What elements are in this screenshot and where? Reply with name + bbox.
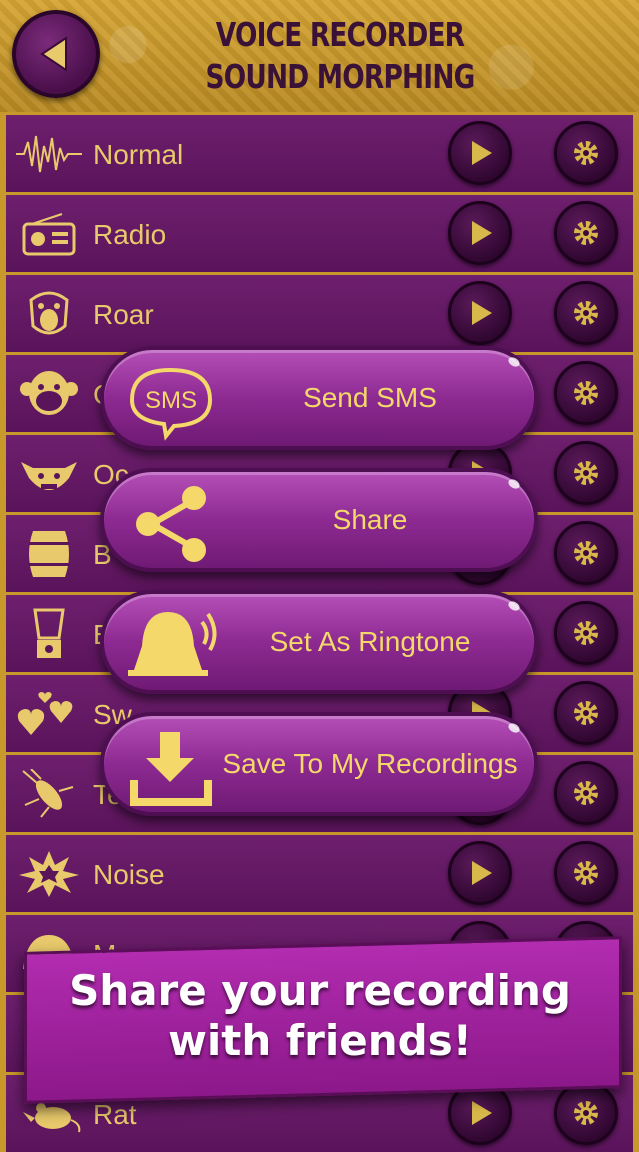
settings-button[interactable] <box>554 601 618 665</box>
share-icon <box>136 486 206 562</box>
play-icon <box>472 141 492 165</box>
monkey-icon <box>16 369 82 419</box>
effect-row-normal[interactable]: Normal <box>0 112 639 192</box>
back-arrow-icon <box>40 36 67 72</box>
play-button[interactable] <box>448 281 512 345</box>
settings-button[interactable] <box>554 201 618 265</box>
play-button[interactable] <box>448 201 512 265</box>
gear-icon <box>574 221 598 245</box>
app-header: Voice Recorder Sound Morphing <box>0 0 639 112</box>
blender-icon <box>16 608 82 659</box>
gear-icon <box>574 781 598 805</box>
gear-icon <box>574 301 598 325</box>
hearts-icon <box>16 689 82 739</box>
gear-icon <box>574 541 598 565</box>
share-label: Share <box>332 504 408 535</box>
gear-icon <box>574 381 598 405</box>
settings-button[interactable] <box>554 521 618 585</box>
effect-row-roar[interactable]: Roar <box>0 272 639 352</box>
waveform-icon <box>16 129 82 179</box>
ogre-icon <box>16 449 82 499</box>
gear-icon <box>574 461 598 485</box>
download-icon <box>130 732 212 806</box>
bell-icon <box>128 612 217 676</box>
gear-icon <box>574 861 598 885</box>
cockroach-icon <box>16 769 82 819</box>
play-button[interactable] <box>448 841 512 905</box>
set-as-ringtone-label: Set As Ringtone <box>269 626 471 657</box>
settings-button[interactable] <box>554 761 618 825</box>
effect-label: Normal <box>93 139 184 170</box>
title-line-2: Sound Morphing <box>205 57 476 96</box>
promo-banner-text: Share your recording with friends! <box>24 966 616 1066</box>
gear-icon <box>574 1101 598 1125</box>
play-icon <box>472 1101 492 1125</box>
play-icon <box>472 301 492 325</box>
title-line-1: Voice Recorder <box>215 15 465 54</box>
send-sms-button[interactable]: SMS Send SMS <box>100 346 538 450</box>
gorilla-roar-icon <box>16 289 82 339</box>
radio-icon <box>16 209 82 259</box>
settings-button[interactable] <box>554 681 618 745</box>
barrel-icon <box>16 529 82 579</box>
settings-button[interactable] <box>554 841 618 905</box>
share-button[interactable]: Share <box>100 468 538 572</box>
save-to-my-recordings-label: Save To My Recordings <box>222 748 518 779</box>
settings-button[interactable] <box>554 361 618 425</box>
back-button[interactable] <box>12 10 100 98</box>
app-title: Voice Recorder Sound Morphing <box>196 14 484 98</box>
settings-button[interactable] <box>554 121 618 185</box>
play-button[interactable] <box>448 121 512 185</box>
effect-row-radio[interactable]: Radio <box>0 192 639 272</box>
settings-button[interactable] <box>554 1081 618 1145</box>
gear-icon <box>574 621 598 645</box>
send-sms-label: Send SMS <box>303 382 437 413</box>
promo-line-1: Share your recording <box>69 966 571 1015</box>
play-icon <box>472 861 492 885</box>
effect-row-noise[interactable]: Noise <box>0 832 639 912</box>
sms-icon-text: SMS <box>145 387 197 414</box>
effect-label: Rat <box>93 1099 137 1130</box>
sms-bubble-icon: SMS <box>129 367 213 441</box>
effect-label: Radio <box>93 219 167 250</box>
settings-button[interactable] <box>554 281 618 345</box>
gear-icon <box>574 701 598 725</box>
effect-label: Noise <box>93 859 165 890</box>
set-as-ringtone-button[interactable]: Set As Ringtone <box>100 590 538 694</box>
gear-icon <box>574 141 598 165</box>
explosion-icon <box>16 849 82 899</box>
settings-button[interactable] <box>554 441 618 505</box>
promo-line-2: with friends! <box>168 1016 472 1065</box>
effect-label: Roar <box>93 299 154 330</box>
save-to-my-recordings-button[interactable]: Save To My Recordings <box>100 712 538 816</box>
play-icon <box>472 221 492 245</box>
